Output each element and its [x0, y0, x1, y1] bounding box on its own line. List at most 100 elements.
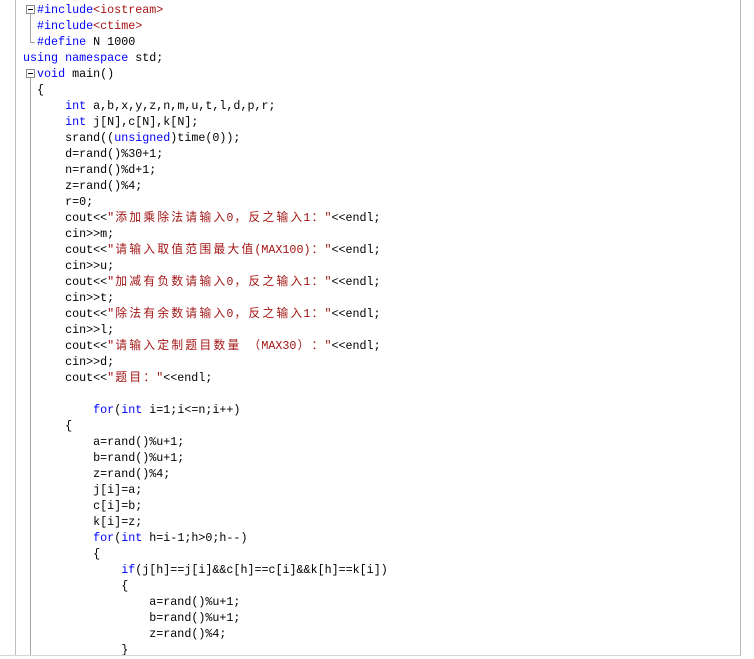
- code-token: r=0;: [23, 195, 94, 209]
- code-text: r=0;: [23, 195, 93, 209]
- code-line[interactable]: #include<iostream>: [0, 2, 740, 20]
- code-line[interactable]: n=rand()%d+1;: [0, 162, 740, 178]
- wide-char: 目: [129, 371, 142, 385]
- code-line[interactable]: #define N 1000: [0, 34, 740, 50]
- code-text: cin>>t;: [23, 291, 114, 305]
- code-line[interactable]: cout<<"添加乘除法请输入0，反之输入1："<<endl;: [0, 210, 740, 226]
- code-text: using namespace std;: [23, 51, 163, 65]
- code-token: b=rand()%u+1;: [23, 611, 241, 625]
- code-editor-pane[interactable]: #include<iostream> #include<ctime> #defi…: [0, 0, 741, 656]
- wide-char: 入: [290, 275, 303, 289]
- code-line[interactable]: z=rand()%4;: [0, 178, 740, 194]
- code-line[interactable]: cin>>m;: [0, 226, 740, 242]
- wide-char: 乘: [143, 211, 156, 225]
- code-line[interactable]: cout<<"加减有负数请输入0，反之输入1："<<endl;: [0, 274, 740, 290]
- wide-char: ：: [311, 243, 324, 257]
- code-text: #include<ctime>: [23, 19, 142, 33]
- code-line[interactable]: int a,b,x,y,z,n,m,u,t,l,d,p,r;: [0, 98, 740, 114]
- code-line[interactable]: cout<<"除法有余数请输入0，反之输入1："<<endl;: [0, 306, 740, 322]
- code-line[interactable]: r=0;: [0, 194, 740, 210]
- code-line[interactable]: {: [0, 82, 740, 98]
- code-line[interactable]: b=rand()%u+1;: [0, 450, 740, 466]
- wide-char: ，: [234, 211, 247, 225]
- code-text: cout<<"除法有余数请输入0，反之输入1："<<endl;: [23, 307, 380, 321]
- string-token: "加减有负数请输入0，反之输入1：": [107, 275, 332, 289]
- wide-char: 法: [171, 211, 184, 225]
- code-line[interactable]: srand((unsigned)time(0));: [0, 130, 740, 146]
- code-text: cin>>u;: [23, 259, 114, 273]
- code-token: c[i]=b;: [23, 499, 143, 513]
- fold-line-icon: [30, 242, 31, 258]
- wide-char: 数: [213, 339, 226, 353]
- code-token: z=rand()%4;: [23, 627, 227, 641]
- wide-char: 目: [199, 339, 212, 353]
- fold-line-icon: [30, 274, 31, 290]
- code-line[interactable]: {: [0, 546, 740, 562]
- code-text: #include<iostream>: [23, 3, 163, 17]
- code-text: a=rand()%u+1;: [23, 595, 240, 609]
- fold-line-icon: [30, 258, 31, 274]
- wide-char: 添: [115, 211, 128, 225]
- code-line[interactable]: k[i]=z;: [0, 514, 740, 530]
- code-line[interactable]: z=rand()%4;: [0, 626, 740, 642]
- code-line[interactable]: {: [0, 418, 740, 434]
- fold-line-icon: [30, 386, 31, 402]
- code-line[interactable]: int j[N],c[N],k[N];: [0, 114, 740, 130]
- code-line[interactable]: cout<<"请输入定制题目数量 （MAX30） ："<<endl;: [0, 338, 740, 354]
- wide-char: 请: [185, 211, 198, 225]
- code-token: j[N],c[N],k[N];: [86, 115, 199, 129]
- code-text: srand((unsigned)time(0));: [23, 131, 240, 145]
- code-line[interactable]: z=rand()%4;: [0, 466, 740, 482]
- code-line[interactable]: #include<ctime>: [0, 18, 740, 34]
- wide-char: 输: [276, 275, 289, 289]
- code-line[interactable]: cin>>u;: [0, 258, 740, 274]
- code-line[interactable]: cout<<"请输入取值范围最大值(MAX100)："<<endl;: [0, 242, 740, 258]
- collapse-box-icon[interactable]: [26, 69, 35, 84]
- code-text: c[i]=b;: [23, 499, 142, 513]
- code-line[interactable]: cin>>t;: [0, 290, 740, 306]
- code-token: cin>>m;: [23, 227, 115, 241]
- code-text: cin>>d;: [23, 355, 114, 369]
- wide-char: 入: [143, 339, 156, 353]
- code-line[interactable]: using namespace std;: [0, 50, 740, 66]
- collapse-box-icon[interactable]: [26, 5, 35, 20]
- code-line[interactable]: cin>>l;: [0, 322, 740, 338]
- wide-char: 反: [248, 275, 261, 289]
- code-line[interactable]: j[i]=a;: [0, 482, 740, 498]
- code-token: k[i]=z;: [23, 515, 143, 529]
- code-line[interactable]: a=rand()%u+1;: [0, 594, 740, 610]
- code-token: <<endl;: [331, 243, 381, 257]
- code-line[interactable]: a=rand()%u+1;: [0, 434, 740, 450]
- code-text: int a,b,x,y,z,n,m,u,t,l,d,p,r;: [23, 99, 275, 113]
- code-token: a=rand()%u+1;: [23, 435, 185, 449]
- wide-char: ：: [311, 275, 324, 289]
- code-token: z=rand()%4;: [23, 467, 171, 481]
- wide-char: 入: [290, 211, 303, 225]
- code-line[interactable]: void main(): [0, 66, 740, 84]
- code-token: i=1;i<=n;i++): [142, 403, 241, 417]
- code-line[interactable]: cin>>d;: [0, 354, 740, 370]
- wide-char: 之: [262, 307, 275, 321]
- code-token: b=rand()%u+1;: [23, 451, 185, 465]
- code-text: z=rand()%4;: [23, 627, 226, 641]
- wide-char: 输: [276, 307, 289, 321]
- code-token: {: [23, 83, 45, 97]
- code-line[interactable]: [0, 386, 740, 402]
- code-line[interactable]: c[i]=b;: [0, 498, 740, 514]
- code-line[interactable]: d=rand()%30+1;: [0, 146, 740, 162]
- code-token: cout<<: [23, 275, 108, 289]
- keyword-token: #define: [37, 35, 87, 49]
- code-line[interactable]: for(int i=1;i<=n;i++): [0, 402, 740, 418]
- code-line[interactable]: for(int h=i-1;h>0;h--): [0, 530, 740, 546]
- code-line[interactable]: if(j[h]==j[i]&&c[h]==c[i]&&k[h]==k[i]): [0, 562, 740, 578]
- wide-char: ：: [311, 211, 324, 225]
- code-token: (j[h]==j[i]&&c[h]==c[i]&&k[h]==k[i]): [135, 563, 388, 577]
- code-area[interactable]: #include<iostream> #include<ctime> #defi…: [0, 2, 740, 655]
- code-line[interactable]: b=rand()%u+1;: [0, 610, 740, 626]
- code-line[interactable]: }: [0, 642, 740, 655]
- code-line[interactable]: {: [0, 578, 740, 594]
- code-line[interactable]: cout<<"题目："<<endl;: [0, 370, 740, 386]
- wide-char: 除: [115, 307, 128, 321]
- wide-char: 反: [248, 211, 261, 225]
- wide-char: （: [248, 339, 261, 353]
